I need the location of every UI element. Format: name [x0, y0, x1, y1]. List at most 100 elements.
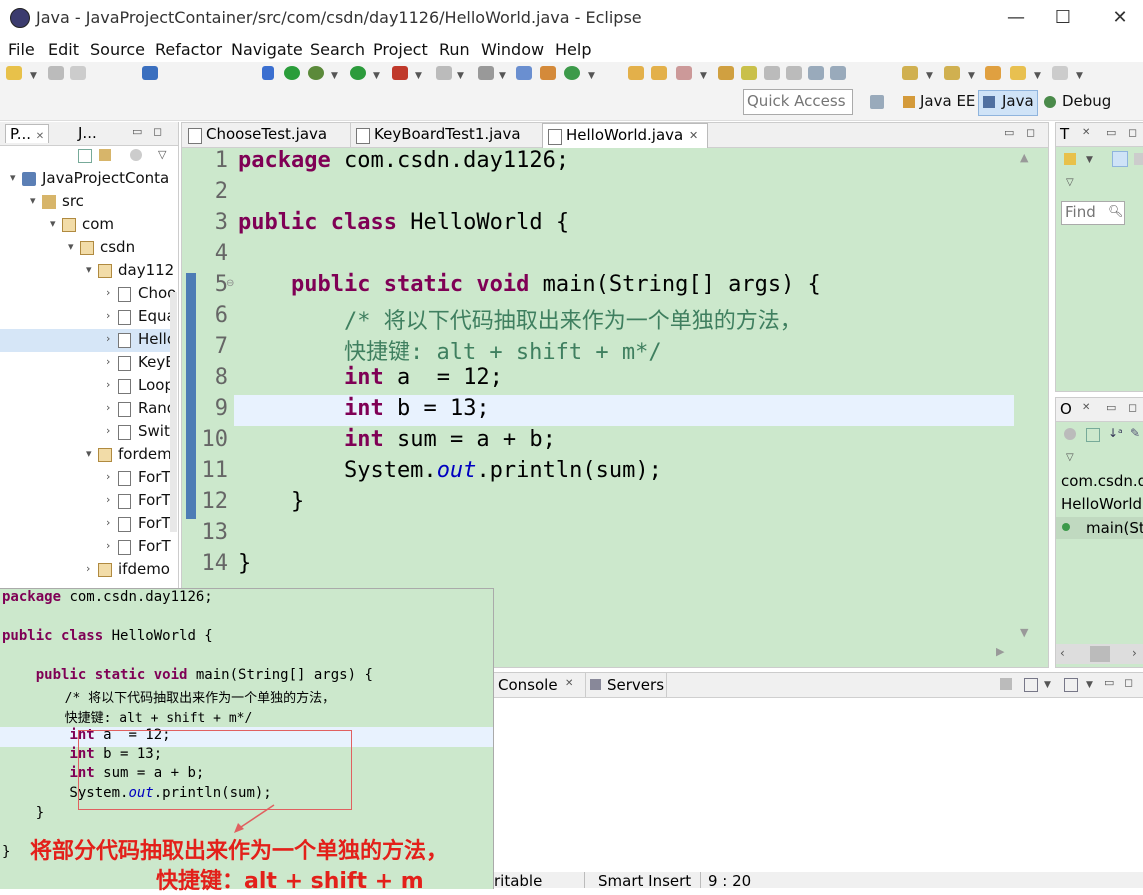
tab-helloworld[interactable]: HelloWorld.java ✕ — [542, 123, 708, 149]
expanded-chevron-icon[interactable]: ▾ — [86, 263, 92, 276]
open-task-icon[interactable] — [651, 66, 667, 80]
filter-icon[interactable] — [1134, 153, 1143, 165]
outline-item-method-row[interactable]: main(Str — [1056, 517, 1143, 539]
close-icon[interactable]: ✕ — [565, 678, 573, 689]
explorer-scrollbar[interactable] — [170, 292, 177, 532]
expanded-chevron-icon[interactable]: ▾ — [86, 447, 92, 460]
skip-breakpoints-icon[interactable] — [262, 66, 274, 80]
show-whitespace-icon[interactable] — [786, 66, 802, 80]
chevron-down-icon[interactable]: ▼ — [968, 71, 975, 81]
save-icon[interactable] — [48, 66, 64, 80]
scroll-left-icon[interactable]: ‹ — [1060, 646, 1065, 660]
collapsed-chevron-icon[interactable]: › — [106, 286, 110, 299]
perspective-java-ee[interactable]: Java EE — [920, 92, 975, 110]
paragraph-icon[interactable] — [830, 66, 846, 80]
outline-item-class[interactable]: HelloWorld — [1061, 495, 1142, 513]
tree-item[interactable]: › ForT — [0, 490, 171, 513]
tree-item[interactable]: › ForT — [0, 536, 171, 559]
menu-edit[interactable]: Edit — [48, 40, 79, 59]
terminal-icon[interactable] — [142, 66, 158, 80]
view-menu-icon[interactable]: ▽ — [1066, 452, 1074, 463]
resume-icon[interactable] — [284, 66, 300, 80]
tree-item[interactable]: ▾ fordem — [0, 444, 172, 467]
search-icon[interactable] — [676, 66, 692, 80]
scroll-up-icon[interactable]: ▲ — [1020, 151, 1028, 164]
collapse-all-icon[interactable] — [1086, 428, 1100, 442]
close-button[interactable]: ✕ — [1097, 2, 1143, 34]
tree-item[interactable]: › KeyB — [0, 352, 176, 375]
chevron-down-icon[interactable]: ▼ — [373, 71, 380, 81]
vertical-scrollbar[interactable] — [1018, 148, 1032, 667]
new-class-icon[interactable] — [564, 66, 580, 80]
tree-item[interactable]: › Swit — [0, 421, 170, 444]
collapsed-chevron-icon[interactable]: › — [106, 332, 110, 345]
tree-item[interactable]: › ifdemo — [0, 559, 170, 582]
maximize-view-icon[interactable]: ◻ — [1026, 126, 1035, 139]
new-task-icon[interactable] — [1064, 153, 1076, 165]
collapsed-chevron-icon[interactable]: › — [106, 470, 110, 483]
expanded-chevron-icon[interactable]: ▾ — [30, 194, 36, 207]
minimize-button[interactable]: — — [993, 2, 1039, 34]
collapsed-chevron-icon[interactable]: › — [106, 378, 110, 391]
outline-item-package[interactable]: com.csdn.d — [1061, 472, 1143, 490]
chevron-down-icon[interactable]: ▼ — [331, 71, 338, 81]
tree-item[interactable]: › ForT — [0, 513, 171, 536]
save-all-icon[interactable] — [70, 66, 86, 80]
tree-item[interactable]: ▾ csdn — [0, 237, 170, 260]
chevron-down-icon[interactable]: ▼ — [499, 71, 506, 81]
view-menu-icon[interactable]: ▽ — [1066, 177, 1074, 188]
chevron-down-icon[interactable]: ▼ — [457, 71, 464, 81]
quick-access-input[interactable] — [744, 90, 850, 112]
link-with-editor-icon[interactable] — [99, 149, 111, 161]
scroll-right-icon[interactable]: ▶ — [996, 645, 1004, 658]
collapsed-chevron-icon[interactable]: › — [106, 401, 110, 414]
perspective-java[interactable]: Java — [1002, 92, 1034, 110]
debug-icon[interactable] — [308, 66, 324, 80]
tab-task[interactable]: T — [1060, 125, 1069, 143]
maximize-button[interactable]: ☐ — [1040, 2, 1086, 34]
chevron-down-icon[interactable]: ▼ — [926, 71, 933, 81]
menu-project[interactable]: Project — [373, 40, 428, 59]
chevron-down-icon[interactable]: ▼ — [1044, 680, 1051, 690]
annotation-icon[interactable] — [718, 66, 734, 80]
new-console-icon[interactable] — [1064, 678, 1078, 692]
tree-item[interactable]: ▾ JavaProjectConta — [0, 168, 170, 191]
tab-outline[interactable]: O — [1060, 400, 1072, 418]
find-input[interactable] — [1062, 202, 1112, 222]
maximize-view-icon[interactable]: ◻ — [1128, 401, 1137, 414]
focus-icon[interactable] — [1064, 428, 1076, 440]
menu-search[interactable]: Search — [310, 40, 365, 59]
server-icon[interactable] — [478, 66, 494, 80]
run-external-icon[interactable] — [392, 66, 408, 80]
close-icon[interactable]: ✕ — [1082, 402, 1090, 413]
highlight-icon[interactable] — [741, 66, 757, 80]
maximize-view-icon[interactable]: ◻ — [153, 125, 162, 138]
categorize-icon[interactable] — [1112, 151, 1128, 167]
tree-item[interactable]: › Hello — [0, 329, 176, 352]
collapsed-chevron-icon[interactable]: › — [106, 539, 110, 552]
quick-access-box[interactable] — [743, 89, 853, 115]
chevron-down-icon[interactable]: ▼ — [700, 71, 707, 81]
chevron-down-icon[interactable]: ▼ — [415, 71, 422, 81]
new-icon[interactable] — [6, 66, 22, 80]
menu-refactor[interactable]: Refactor — [155, 40, 222, 59]
minimize-view-icon[interactable]: ▭ — [1106, 126, 1116, 139]
menu-help[interactable]: Help — [555, 40, 591, 59]
minimize-view-icon[interactable]: ▭ — [1104, 676, 1114, 689]
fold-icon[interactable]: ⊖ — [226, 278, 234, 289]
perspective-debug[interactable]: Debug — [1062, 92, 1111, 110]
menu-navigate[interactable]: Navigate — [231, 40, 303, 59]
collapsed-chevron-icon[interactable]: › — [106, 424, 110, 437]
collapse-all-icon[interactable] — [78, 149, 92, 163]
pin-icon[interactable] — [764, 66, 780, 80]
sort-icon[interactable]: ↓ᵃ — [1108, 426, 1123, 440]
collapsed-chevron-icon[interactable]: › — [106, 355, 110, 368]
minimize-view-icon[interactable]: ▭ — [132, 125, 142, 138]
open-type-icon[interactable] — [628, 66, 644, 80]
tab-console[interactable]: Console — [498, 676, 558, 694]
chevron-down-icon[interactable]: ▼ — [1034, 71, 1041, 81]
expanded-chevron-icon[interactable]: ▾ — [68, 240, 74, 253]
new-package-icon[interactable] — [540, 66, 556, 80]
chevron-down-icon[interactable]: ▼ — [1076, 71, 1083, 81]
tab-servers[interactable]: Servers — [607, 676, 664, 694]
